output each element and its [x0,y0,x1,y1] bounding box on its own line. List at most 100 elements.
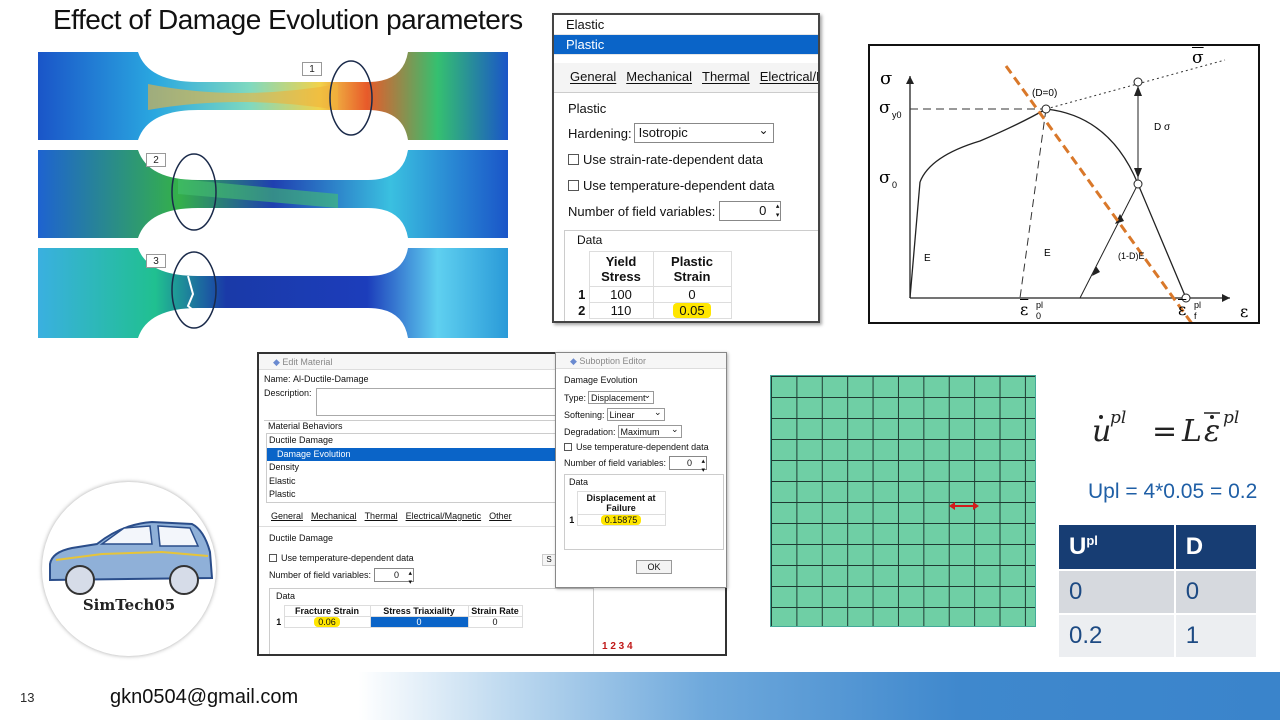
contact-email: gkn0504@gmail.com [110,686,299,708]
hardening-row: Hardening: Isotropic [554,121,818,143]
cell-upl: 0.2 [1059,615,1174,657]
temperature-checkbox[interactable] [568,179,579,191]
table-row: 1 0.06 0 0 [274,616,523,628]
menu-general[interactable]: General [570,69,616,92]
cell-d: 0 [1175,571,1256,613]
description-label: Description: [264,388,312,398]
col-stress-triaxiality: Stress Triaxiality [369,605,469,617]
menu-mechanical[interactable]: Mechanical [626,69,692,92]
cell-plastic-strain[interactable]: 0 [652,286,732,303]
row-index: 1 [569,515,575,525]
field-vars-stepper[interactable]: 0 [374,568,415,587]
cell-plastic-strain[interactable]: 0.05 [652,302,732,319]
sub-field-vars-stepper[interactable]: 0 [669,456,708,475]
sub-temp-row: Use temperature-dependent data [556,438,726,452]
cell-stress-triaxiality[interactable]: 0 [369,616,469,628]
ductile-data-label: Data [276,591,296,601]
contour-strips-image [38,52,508,338]
svg-text:pl: pl [1223,408,1239,428]
logo-text: SimTech05 [82,596,176,614]
menu-thermal[interactable]: Thermal [702,69,750,92]
label-d0: (D=0) [1032,88,1058,99]
menu-electrical-magnetic[interactable]: Electrical/Magnetic [406,511,482,526]
cell-yield-stress[interactable]: 110 [588,302,654,319]
label-eps0-sub: 0 [1036,311,1042,321]
page-number: 13 [20,690,35,705]
menu-general[interactable]: General [271,511,303,526]
softening-select[interactable]: Linear [606,406,665,421]
label-eps0-sup: pl [1036,300,1044,310]
suboption-editor-window: ◆ Suboption Editor Damage Evolution Type… [555,352,727,588]
label-epsf-sub: f [1194,311,1197,321]
field-vars-row: Number of field variables: 0 [554,201,818,221]
temp-checkbox[interactable] [269,554,277,562]
col-plastic-strain: Plastic Strain [652,251,732,287]
hardening-label: Hardening: [568,125,632,141]
window-title: Edit Material [282,357,333,367]
name-label: Name: [264,374,291,384]
car-frame-logo-icon [49,520,214,595]
suboption-titlebar[interactable]: ◆ Suboption Editor [556,353,726,369]
label-e2: E [1044,248,1051,259]
sub-temp-checkbox[interactable] [564,443,572,451]
name-value[interactable]: Al-Ductile-Damage [293,374,369,384]
type-select[interactable]: Displacement [588,389,655,404]
description-field[interactable] [315,388,564,416]
app-icon: ◆ [570,356,580,366]
type-label: Type: [564,392,587,403]
label-epsf-sup: pl [1194,300,1202,310]
sub-data-label: Data [569,477,589,487]
plastic-data-group: Data Yield Stress Plastic Strain 1 100 0… [564,230,818,321]
side-button[interactable]: S [542,554,556,566]
sub-data-group: Data Displacement at Failure 1 0.15875 [564,474,724,550]
menu-thermal[interactable]: Thermal [365,511,398,526]
sub-field-vars-label: Number of field variables: [564,458,667,468]
strip-tag-3: 3 [146,254,166,268]
finite-element-mesh [770,375,1036,627]
contour-plot-panel: 1 2 3 [38,44,508,340]
field-vars-stepper[interactable]: 0 [719,201,782,221]
menu-mechanical[interactable]: Mechanical [311,511,357,526]
label-sigma-0: σ [879,168,891,188]
sub-temp-label: Use temperature-dependent data [576,442,709,452]
field-vars-label: Number of field variables: [269,570,372,580]
toolbar-numbers[interactable]: 1 2 3 4 [602,641,633,652]
strain-rate-checkbox[interactable] [568,153,579,165]
label-sigma-0-sub: 0 [892,180,898,190]
plastic-group-label: Plastic [568,101,607,116]
strain-rate-row: Use strain-rate-dependent data [554,150,818,168]
header-d: D [1175,525,1256,569]
label-eps0: ε [1020,300,1029,319]
strip-tag-2: 2 [146,153,166,167]
highlight-displacement: 0.15875 [600,515,642,525]
col-fracture-strain: Fracture Strain [283,605,371,617]
cell-yield-stress[interactable]: 100 [588,286,654,303]
behavior-list-item-plastic[interactable]: Plastic [554,35,818,55]
degradation-row: Degradation: Maximum [556,421,726,438]
upl-calculation: Upl = 4*0.05 = 0.2 [1088,480,1258,503]
type-row: Type: Displacement [556,385,726,404]
ductile-data-table: Fracture Strain Stress Triaxiality Strai… [274,605,523,628]
table-row: 2 110 0.05 [575,302,732,319]
displacement-formula: u pl = L ε pl [1090,395,1255,464]
behavior-list-item-elastic[interactable]: Elastic [554,15,818,35]
cell-fracture-strain[interactable]: 0.06 [283,616,371,628]
ok-button[interactable]: OK [636,560,672,574]
element-length-arrow-icon [949,502,979,510]
row-index: 1 [276,617,282,627]
menu-electrical[interactable]: Electrical/M [760,69,818,92]
softening-row: Softening: Linear [556,404,726,421]
cell-displacement[interactable]: 0.15875 [576,514,666,526]
strain-rate-label: Use strain-rate-dependent data [583,151,763,167]
cell-strain-rate[interactable]: 0 [467,616,523,628]
field-vars-label: Number of field variables: [568,203,716,219]
strip-tag-1: 1 [302,62,322,76]
svg-text:ε: ε [1204,414,1220,449]
header-upl: Upl [1059,525,1174,569]
svg-text:=: = [1152,414,1177,449]
label-sigma-bar: σ [1192,48,1204,68]
menu-other[interactable]: Other [489,511,512,526]
degradation-select[interactable]: Maximum [617,423,682,438]
hardening-select[interactable]: Isotropic [633,121,774,143]
formula-image: u pl = L ε pl [1092,408,1239,449]
